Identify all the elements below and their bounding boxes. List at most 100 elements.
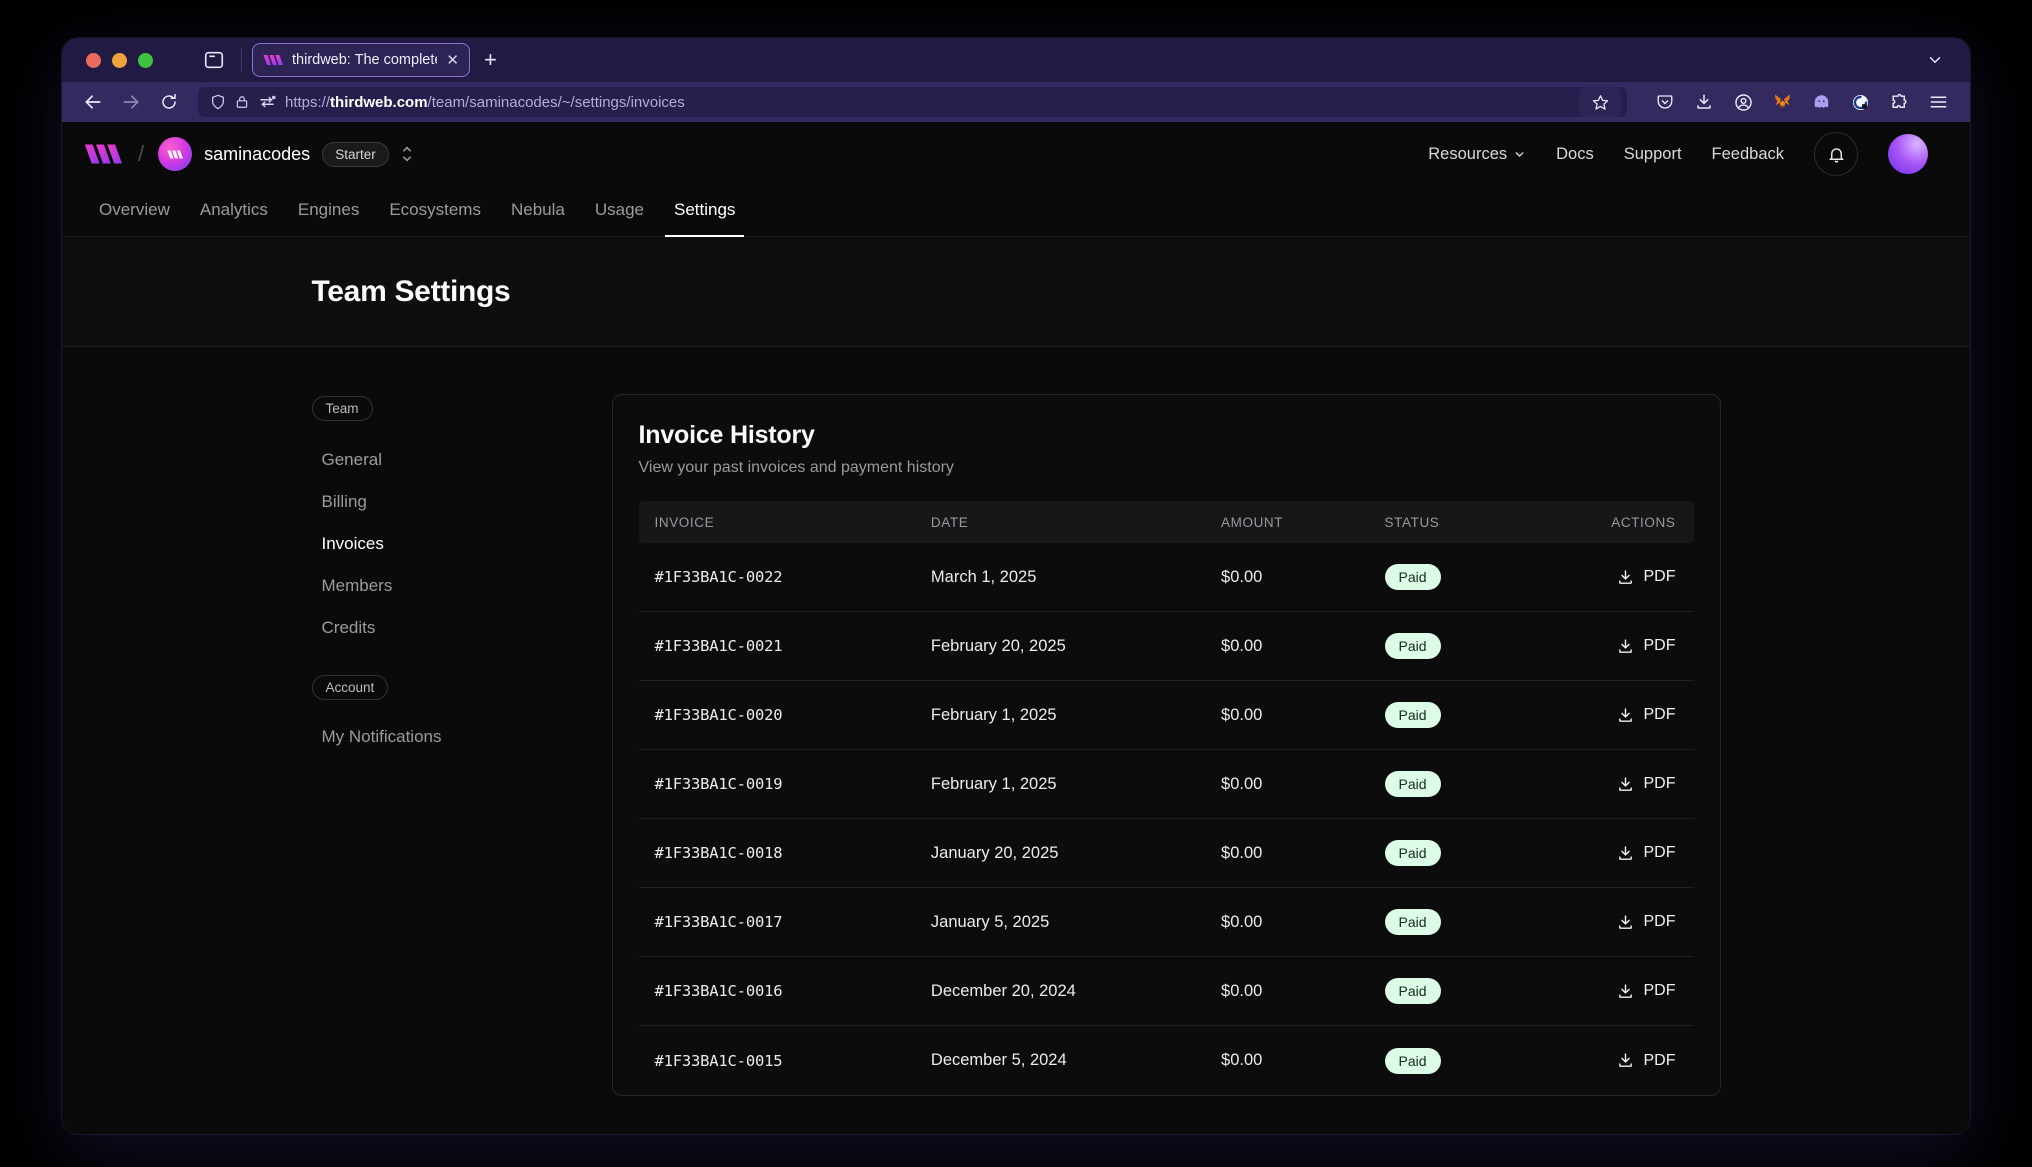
- minimize-window-button[interactable]: [112, 53, 127, 68]
- tab-title: thirdweb: The complete web3 d: [292, 52, 437, 68]
- tab-usage[interactable]: Usage: [580, 186, 659, 236]
- url-bar[interactable]: https://thirdweb.com/team/saminacodes/~/…: [198, 87, 1627, 117]
- sidebar-item-members[interactable]: Members: [312, 565, 542, 607]
- pocket-icon[interactable]: [1649, 87, 1681, 117]
- resources-menu[interactable]: Resources: [1428, 145, 1526, 164]
- invoice-amount: $0.00: [1205, 913, 1369, 932]
- reload-icon[interactable]: [152, 87, 186, 117]
- tab-close-icon[interactable]: ✕: [446, 51, 459, 69]
- download-pdf-button[interactable]: PDF: [1546, 775, 1694, 793]
- invoice-amount: $0.00: [1205, 1051, 1369, 1070]
- download-pdf-button[interactable]: PDF: [1546, 637, 1694, 655]
- downloads-icon[interactable]: [1688, 87, 1720, 117]
- toolbar-extensions: [1649, 87, 1954, 117]
- desktop-background: thirdweb: The complete web3 d ✕ +: [0, 0, 2032, 1167]
- tab-ecosystems[interactable]: Ecosystems: [374, 186, 496, 236]
- invoice-amount: $0.00: [1205, 775, 1369, 794]
- download-pdf-button[interactable]: PDF: [1546, 913, 1694, 931]
- docs-link[interactable]: Docs: [1556, 145, 1594, 164]
- phantom-extension-icon[interactable]: [1805, 87, 1837, 117]
- list-all-tabs-icon[interactable]: [1918, 44, 1952, 76]
- team-avatar[interactable]: [158, 137, 192, 171]
- new-tab-button[interactable]: +: [484, 47, 497, 73]
- table-row: #1F33BA1C-0017 January 5, 2025 $0.00 Pai…: [639, 888, 1694, 957]
- tab-overview[interactable]: Overview: [84, 186, 185, 236]
- sidebar-item-billing[interactable]: Billing: [312, 481, 542, 523]
- status-badge: Paid: [1385, 564, 1441, 590]
- table-row: #1F33BA1C-0020 February 1, 2025 $0.00 Pa…: [639, 681, 1694, 750]
- tab-engines[interactable]: Engines: [283, 186, 374, 236]
- invoice-amount: $0.00: [1205, 982, 1369, 1001]
- invoice-amount: $0.00: [1205, 637, 1369, 656]
- user-avatar[interactable]: [1888, 134, 1928, 174]
- browser-tab-active[interactable]: thirdweb: The complete web3 d ✕: [252, 43, 470, 77]
- zoom-window-button[interactable]: [138, 53, 153, 68]
- support-link[interactable]: Support: [1624, 145, 1682, 164]
- sidebar-item-general[interactable]: General: [312, 439, 542, 481]
- download-pdf-button[interactable]: PDF: [1546, 706, 1694, 724]
- app-header: / saminacodes Starter Resources Docs Sup…: [62, 122, 1970, 186]
- menu-hamburger-icon[interactable]: [1922, 87, 1954, 117]
- breadcrumb-separator: /: [138, 141, 144, 167]
- account-icon[interactable]: [1727, 87, 1759, 117]
- header-links: Resources Docs Support Feedback: [1428, 132, 1928, 176]
- col-status: STATUS: [1369, 515, 1546, 530]
- download-pdf-button[interactable]: PDF: [1546, 844, 1694, 862]
- window-controls[interactable]: [86, 53, 153, 68]
- invoice-date: January 20, 2025: [915, 844, 1205, 863]
- invoice-id: #1F33BA1C-0020: [639, 706, 915, 724]
- feedback-link[interactable]: Feedback: [1712, 145, 1784, 164]
- download-icon: [1617, 845, 1634, 862]
- table-row: #1F33BA1C-0015 December 5, 2024 $0.00 Pa…: [639, 1026, 1694, 1095]
- invoice-table-header: INVOICE DATE AMOUNT STATUS ACTIONS: [639, 501, 1694, 543]
- tab-settings[interactable]: Settings: [659, 186, 750, 236]
- plan-badge: Starter: [322, 142, 389, 167]
- permissions-icon[interactable]: [258, 95, 276, 109]
- tracking-shield-icon[interactable]: [210, 94, 226, 110]
- col-actions: ACTIONS: [1546, 515, 1694, 530]
- back-icon[interactable]: [76, 87, 110, 117]
- table-row: #1F33BA1C-0016 December 20, 2024 $0.00 P…: [639, 957, 1694, 1026]
- col-invoice: INVOICE: [639, 515, 915, 530]
- tab-analytics[interactable]: Analytics: [185, 186, 283, 236]
- team-name[interactable]: saminacodes: [204, 144, 310, 165]
- panel-title: Invoice History: [639, 421, 1694, 450]
- tab-nebula[interactable]: Nebula: [496, 186, 580, 236]
- url-text[interactable]: https://thirdweb.com/team/saminacodes/~/…: [285, 94, 1570, 111]
- invoice-id: #1F33BA1C-0019: [639, 775, 915, 793]
- forward-icon[interactable]: [114, 87, 148, 117]
- metamask-extension-icon[interactable]: [1766, 87, 1798, 117]
- notifications-bell-icon[interactable]: [1814, 132, 1858, 176]
- extensions-puzzle-icon[interactable]: [1883, 87, 1915, 117]
- thirdweb-app: / saminacodes Starter Resources Docs Sup…: [62, 122, 1970, 1134]
- sidebar-group-team: Team: [312, 396, 373, 421]
- invoice-id: #1F33BA1C-0022: [639, 568, 915, 586]
- team-switcher-icon[interactable]: [399, 145, 415, 163]
- status-badge: Paid: [1385, 840, 1441, 866]
- download-icon: [1617, 707, 1634, 724]
- table-row: #1F33BA1C-0019 February 1, 2025 $0.00 Pa…: [639, 750, 1694, 819]
- invoice-date: January 5, 2025: [915, 913, 1205, 932]
- status-badge: Paid: [1385, 909, 1441, 935]
- invoice-history-panel: Invoice History View your past invoices …: [612, 394, 1721, 1096]
- download-pdf-button[interactable]: PDF: [1546, 1052, 1694, 1070]
- firefox-view-icon[interactable]: [197, 44, 231, 76]
- download-pdf-button[interactable]: PDF: [1546, 568, 1694, 586]
- table-row: #1F33BA1C-0022 March 1, 2025 $0.00 Paid …: [639, 543, 1694, 612]
- bookmark-star-icon[interactable]: [1579, 87, 1621, 117]
- sidebar-item-invoices[interactable]: Invoices: [312, 523, 542, 565]
- sidebar-item-credits[interactable]: Credits: [312, 607, 542, 649]
- invoice-date: December 20, 2024: [915, 982, 1205, 1001]
- close-window-button[interactable]: [86, 53, 101, 68]
- sidebar-group-account: Account: [312, 675, 389, 700]
- download-pdf-button[interactable]: PDF: [1546, 982, 1694, 1000]
- invoice-table: INVOICE DATE AMOUNT STATUS ACTIONS #1F33…: [639, 501, 1694, 1095]
- table-row: #1F33BA1C-0018 January 20, 2025 $0.00 Pa…: [639, 819, 1694, 888]
- sidebar-item-my-notifications[interactable]: My Notifications: [312, 716, 542, 758]
- status-badge: Paid: [1385, 702, 1441, 728]
- wallet-extension-icon[interactable]: [1844, 87, 1876, 117]
- thirdweb-logo[interactable]: [84, 144, 122, 164]
- page-title-band: Team Settings: [62, 237, 1970, 347]
- lock-icon[interactable]: [235, 94, 249, 110]
- page-title: Team Settings: [312, 275, 1721, 309]
